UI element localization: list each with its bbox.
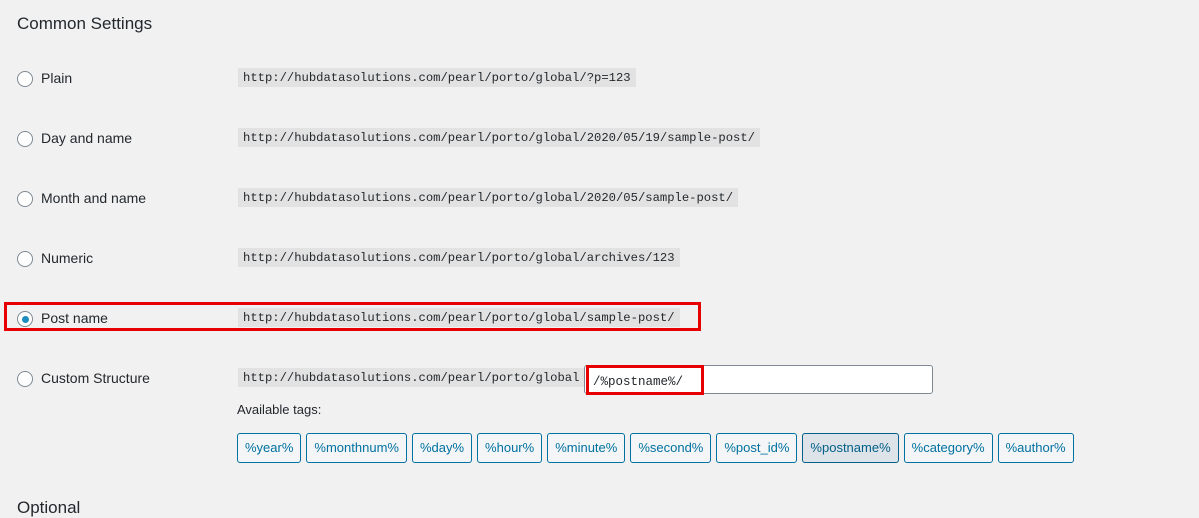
tag-post-id-button[interactable]: %post_id% (716, 433, 798, 463)
radio-numeric[interactable] (17, 251, 33, 267)
tag-day-button[interactable]: %day% (411, 433, 473, 463)
highlight-custom-input-annotation (586, 365, 704, 395)
tag-second-button[interactable]: %second% (630, 433, 712, 463)
tag-hour-button[interactable]: %hour% (477, 433, 543, 463)
option-label-numeric[interactable]: Numeric (41, 250, 93, 266)
option-day-and-name[interactable]: Day and name http://hubdatasolutions.com… (0, 127, 1199, 153)
next-section-title: Optional (17, 498, 81, 517)
available-tags-label: Available tags: (237, 402, 322, 417)
option-label-month-and-name[interactable]: Month and name (41, 190, 146, 206)
tag-author-button[interactable]: %author% (997, 433, 1074, 463)
option-plain[interactable]: Plain http://hubdatasolutions.com/pearl/… (0, 67, 1199, 93)
radio-custom-structure[interactable] (17, 371, 33, 387)
tag-category-button[interactable]: %category% (903, 433, 993, 463)
option-numeric[interactable]: Numeric http://hubdatasolutions.com/pear… (0, 247, 1199, 273)
example-url-numeric: http://hubdatasolutions.com/pearl/porto/… (238, 248, 680, 267)
tag-year-button[interactable]: %year% (237, 433, 302, 463)
available-tags-list: %year% %monthnum% %day% %hour% %minute% … (237, 433, 1074, 463)
radio-month-and-name[interactable] (17, 191, 33, 207)
option-month-and-name[interactable]: Month and name http://hubdatasolutions.c… (0, 187, 1199, 213)
tag-minute-button[interactable]: %minute% (547, 433, 626, 463)
radio-plain[interactable] (17, 71, 33, 87)
option-label-day-and-name[interactable]: Day and name (41, 130, 132, 146)
custom-structure-base-url: http://hubdatasolutions.com/pearl/porto/… (238, 368, 585, 387)
option-label-plain[interactable]: Plain (41, 70, 72, 86)
example-url-day-and-name: http://hubdatasolutions.com/pearl/porto/… (238, 128, 760, 147)
option-label-custom-structure[interactable]: Custom Structure (41, 370, 150, 386)
radio-day-and-name[interactable] (17, 131, 33, 147)
section-title: Common Settings (17, 14, 153, 33)
tag-postname-button[interactable]: %postname% (802, 433, 899, 463)
example-url-plain: http://hubdatasolutions.com/pearl/porto/… (238, 68, 636, 87)
highlight-post-name-annotation (4, 302, 701, 331)
example-url-month-and-name: http://hubdatasolutions.com/pearl/porto/… (238, 188, 739, 207)
tag-monthnum-button[interactable]: %monthnum% (306, 433, 407, 463)
